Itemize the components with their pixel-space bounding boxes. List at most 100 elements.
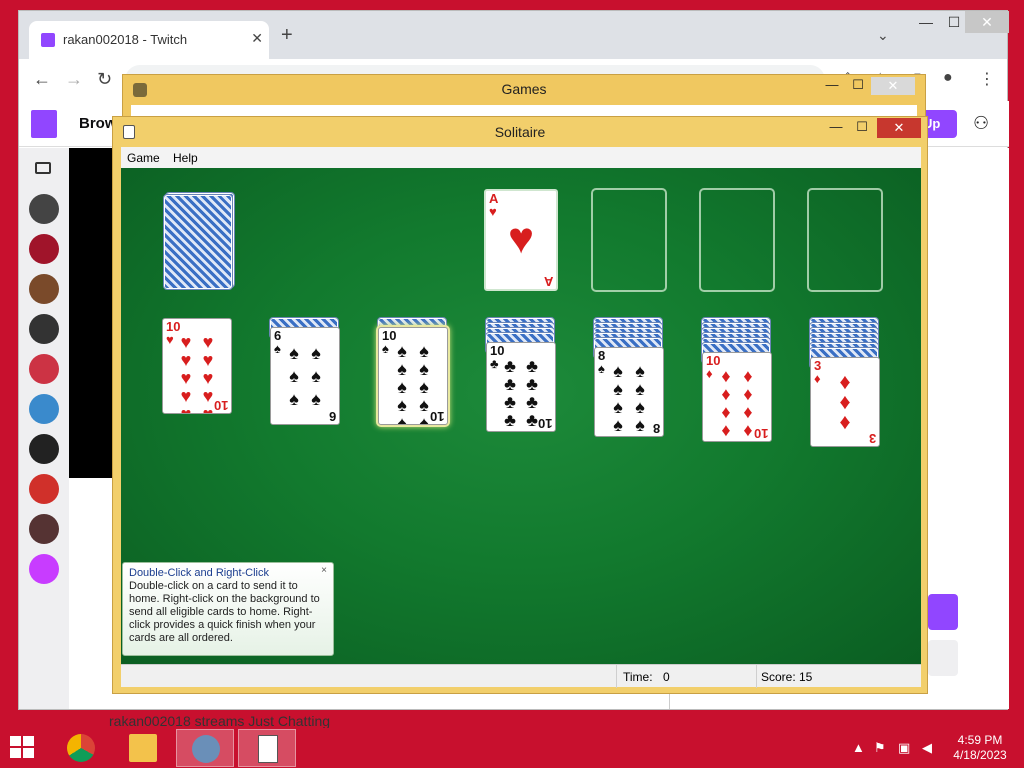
taskbar-file-explorer[interactable] [114,729,172,767]
sidebar-channel-avatar[interactable] [29,394,59,424]
action-center-flag-icon[interactable]: ⚑ [874,740,886,756]
games-icon [192,735,220,763]
forward-button[interactable]: → [65,69,83,90]
solitaire-minimize-button[interactable]: — [823,119,849,134]
foundation-slot-4[interactable] [807,188,883,292]
user-icon[interactable]: ⚇ [973,113,989,134]
solitaire-menu-bar: Game Help [121,147,921,168]
games-window-title: Games [501,81,547,97]
taskbar: ▲ ⚑ ▣ ◀ 4:59 PM 4/18/2023 [0,728,1024,768]
tableau-card-3[interactable]: 10 ♠ ♠ ♠ ♠ ♠ ♠ ♠ ♠ ♠ ♠ ♠ 10 [378,327,448,425]
sidebar-channel-avatar[interactable] [29,514,59,544]
suit-pip-icon: ♦ [721,402,731,422]
suit-pip-icon: ♦ [721,366,731,386]
tableau-card-5[interactable]: 8 ♠ ♠ ♠ ♠ ♠ ♠ ♠ ♠ ♠ 8 [594,347,664,437]
suit-pip-icon: ♠ [613,379,623,399]
foundation-slot-3[interactable] [699,188,775,292]
suit-pip-icon: ♠ [419,413,429,425]
suit-pip-icon: ♣ [526,410,538,430]
network-icon[interactable]: ▣ [898,740,910,756]
card-suit: ♦ [814,371,821,386]
suit-pip-icon: ♠ [397,359,407,379]
menu-game[interactable]: Game [127,151,160,165]
suit-pip-icon: ♠ [289,388,299,409]
games-close-button[interactable]: ✕ [871,77,915,95]
profile-icon[interactable]: ● [943,69,953,87]
new-tab-button[interactable]: + [281,25,293,45]
back-button[interactable]: ← [33,69,51,90]
tableau-card-1[interactable]: 10 ♥ ♥ ♥ ♥ ♥ ♥ ♥ ♥ ♥ ♥ ♥ 10 [162,318,232,414]
suit-pip-icon: ♦ [721,420,731,440]
windows-start-button[interactable] [10,736,36,760]
sidebar-channel-avatar[interactable] [29,554,59,584]
stock-pile-card[interactable] [163,194,233,290]
suit-pip-icon: ♠ [635,397,645,417]
tab-close-icon[interactable]: ✕ [251,30,263,47]
sidebar-channel-avatar[interactable] [29,314,59,344]
suit-pip-icon: ♠ [613,397,623,417]
panel-purple-button[interactable] [928,594,958,630]
suit-pip-icon: ♣ [504,374,516,394]
taskbar-games[interactable] [176,729,234,767]
twitch-favicon-icon [41,33,55,47]
tab-search-icon[interactable]: ⌄ [877,27,889,44]
tip-body: Double-click on a card to send it to hom… [129,580,320,644]
time-value: 0 [663,670,670,684]
tab-bar: rakan002018 - Twitch ✕ + ⌄ — ☐ ✕ [19,11,1009,59]
suit-pip-icon: ♠ [419,341,429,361]
suit-pip-icon: ♠ [289,365,299,386]
card-rank-bottom: 8 [652,421,660,436]
sidebar-channel-avatar[interactable] [29,434,59,464]
show-hidden-icons-icon[interactable]: ▲ [852,740,865,755]
chrome-close-button[interactable]: ✕ [965,11,1009,33]
suit-pip-icon: ♠ [397,395,407,415]
solitaire-window-title: Solitaire [494,124,546,140]
tip-close-button[interactable]: × [321,565,327,576]
sidebar-channel-avatar[interactable] [29,474,59,504]
volume-muted-icon[interactable]: ◀ [922,740,932,756]
solitaire-close-button[interactable]: ✕ [877,118,921,138]
sidebar-channel-avatar[interactable] [29,274,59,304]
suit-pip-icon: ♠ [419,395,429,415]
suit-pip-icon: ♠ [613,361,623,381]
sidebar-channel-avatar[interactable] [29,234,59,264]
tableau-card-7[interactable]: 3 ♦ ♦ ♦ ♦ 3 [810,357,880,447]
panel-grey-button[interactable] [928,640,958,676]
games-maximize-button[interactable]: ☐ [845,77,871,93]
suit-pip-icon: ♠ [289,343,299,364]
foundation-slot-2[interactable] [591,188,667,292]
foundation-ace-card[interactable]: A ♥ ♥ A [484,189,558,291]
menu-kebab-icon[interactable]: ⋮ [979,69,995,89]
time-label: Time: [623,670,653,684]
tip-title: Double-Click and Right-Click [129,567,269,579]
suit-pip-icon: ♣ [526,429,538,431]
twitch-logo-icon[interactable] [31,110,57,138]
tableau-card-2[interactable]: 6 ♠ ♠ ♠ ♠ ♠ ♠ ♠ 6 [270,327,340,425]
solitaire-maximize-button[interactable]: ☐ [849,119,875,135]
suit-pip-icon: ♥ [202,332,214,352]
tab-title: rakan002018 - Twitch [63,32,188,47]
card-pips: ♠ ♠ ♠ ♠ ♠ ♠ ♠ ♠ [607,361,651,434]
games-minimize-button[interactable]: — [819,77,845,92]
sidebar-channel-avatar[interactable] [29,194,59,224]
menu-help[interactable]: Help [173,151,198,165]
card-pips: ♥ ♥ ♥ ♥ ♥ ♥ ♥ ♥ ♥ ♥ [175,332,219,413]
card-rank-bottom: A [543,274,553,289]
stream-category-text: rakan002018 streams Just Chatting [109,713,331,729]
reload-button[interactable]: ↻ [97,69,112,90]
suit-pip-icon: ♦ [721,439,730,441]
taskbar-solitaire[interactable] [238,729,296,767]
taskbar-chrome[interactable] [52,729,110,767]
suit-pip-icon: ♦ [839,409,851,434]
tableau-card-6[interactable]: 10♦♦♦♦♦♦♦♦♦♦♦10 [702,352,772,442]
tableau-card-4[interactable]: 10♣♣♣♣♣♣♣♣♣♣♣10 [486,342,556,432]
suit-pip-icon: ♠ [613,415,623,435]
followed-channels-camera-icon[interactable] [35,162,51,174]
sidebar-channel-avatar[interactable] [29,354,59,384]
card-suit: ♣ [490,356,499,371]
system-clock[interactable]: 4:59 PM 4/18/2023 [940,733,1020,763]
suit-pip-icon: ♥ [180,368,192,388]
suit-pip-icon: ♦ [743,384,753,404]
suit-pip-icon: ♦ [743,402,753,422]
browser-tab[interactable]: rakan002018 - Twitch ✕ [29,21,269,59]
